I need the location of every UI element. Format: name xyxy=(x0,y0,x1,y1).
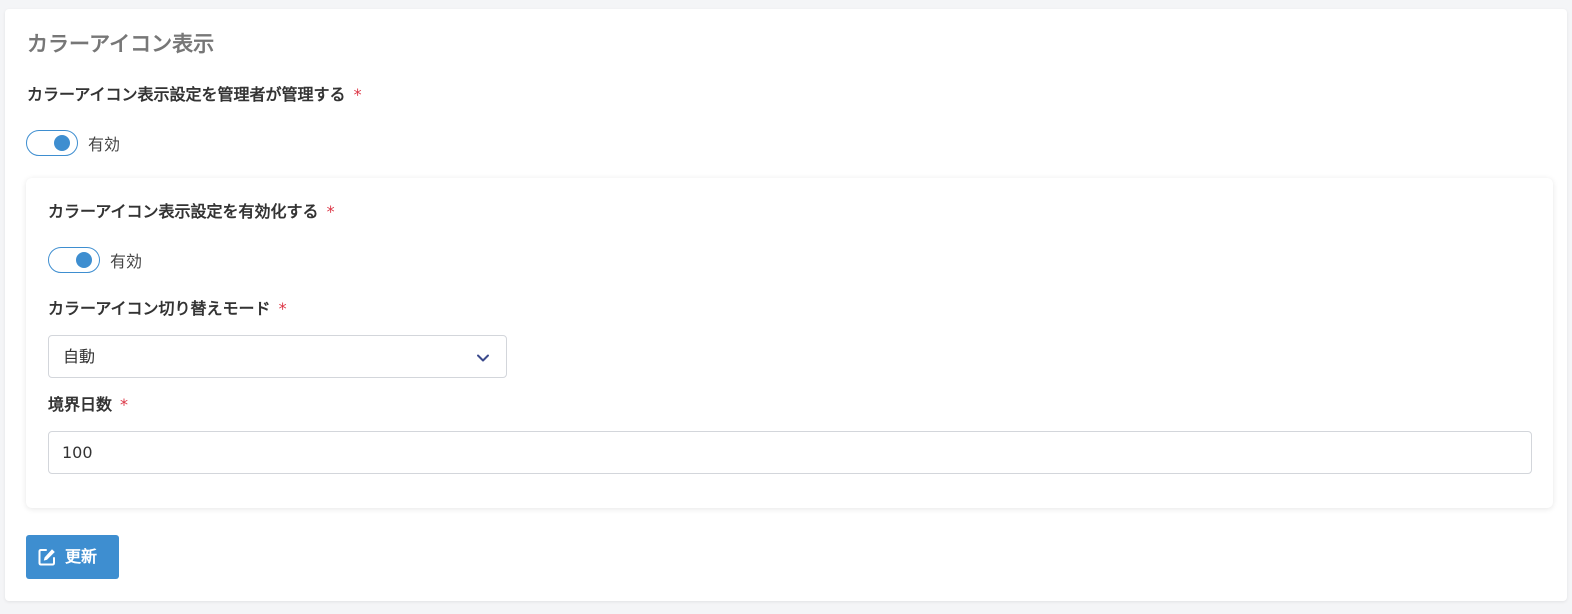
section-title: カラーアイコン表示 xyxy=(27,32,215,56)
required-mark: * xyxy=(120,395,129,414)
mode-label-text: カラーアイコン切り替えモード xyxy=(48,299,271,318)
update-button[interactable]: 更新 xyxy=(26,535,119,579)
required-mark: * xyxy=(353,85,362,104)
settings-card: カラーアイコン表示 カラーアイコン表示設定を管理者が管理する * 有効 カラーアイ… xyxy=(5,9,1567,601)
enable-toggle-state: 有効 xyxy=(110,252,143,271)
admin-manage-label: カラーアイコン表示設定を管理者が管理する * xyxy=(27,85,362,105)
admin-manage-label-text: カラーアイコン表示設定を管理者が管理する xyxy=(27,85,346,104)
threshold-days-input[interactable] xyxy=(48,431,1532,474)
update-button-label: 更新 xyxy=(65,547,98,566)
toggle-knob xyxy=(76,252,92,268)
enable-label: カラーアイコン表示設定を有効化する * xyxy=(48,202,335,222)
admin-manage-toggle-state: 有効 xyxy=(88,135,121,154)
mode-select-value: 自動 xyxy=(63,347,96,366)
admin-manage-toggle[interactable] xyxy=(26,130,78,156)
threshold-days-label: 境界日数 * xyxy=(48,395,128,415)
required-mark: * xyxy=(278,299,287,318)
edit-icon xyxy=(38,549,55,566)
toggle-knob xyxy=(54,135,70,151)
enable-label-text: カラーアイコン表示設定を有効化する xyxy=(48,202,319,221)
mode-label: カラーアイコン切り替えモード * xyxy=(48,299,287,319)
mode-select[interactable]: 自動 xyxy=(48,335,507,378)
threshold-days-label-text: 境界日数 xyxy=(48,395,113,414)
color-icon-settings-panel: カラーアイコン表示設定を有効化する * 有効 カラーアイコン切り替えモード * 自動… xyxy=(26,178,1553,508)
chevron-down-icon xyxy=(477,354,489,362)
required-mark: * xyxy=(326,202,335,221)
enable-toggle[interactable] xyxy=(48,247,100,273)
